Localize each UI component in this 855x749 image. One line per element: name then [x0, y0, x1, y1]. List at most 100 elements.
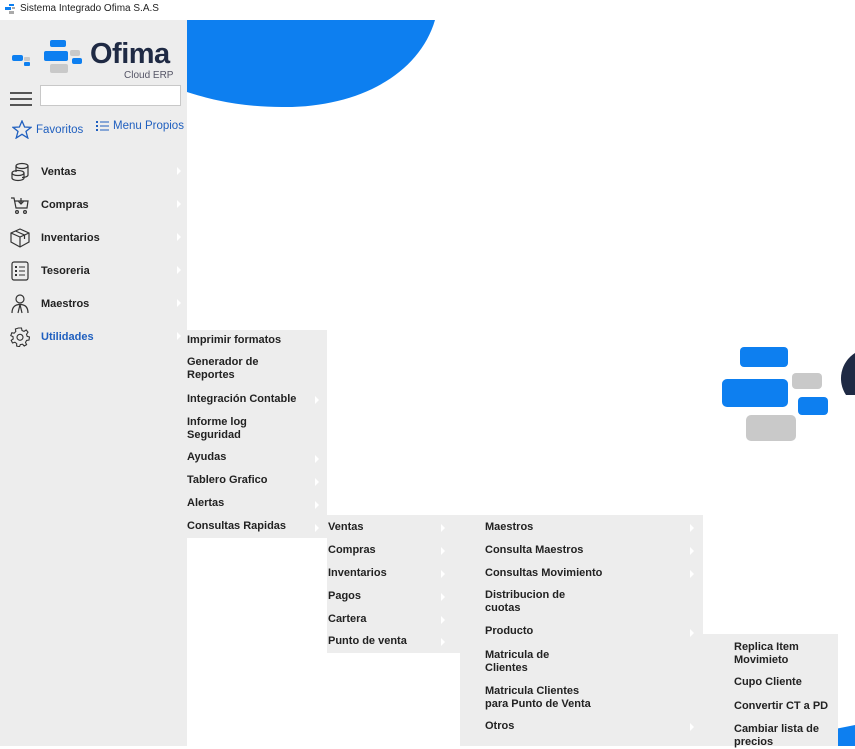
menu-item-maestros[interactable]: Maestros	[460, 515, 703, 538]
ofima-logo: Ofima Cloud ERP	[10, 38, 180, 88]
sidebar-item-label: Maestros	[41, 297, 90, 310]
menu-item-consultas-movimiento[interactable]: Consultas Movimiento	[460, 561, 703, 584]
chevron-right-icon	[441, 616, 445, 624]
sidebar-item-label: Utilidades	[41, 330, 94, 343]
coins-icon	[11, 162, 29, 181]
menu-item-alertas[interactable]: Alertas	[187, 492, 327, 514]
chevron-right-icon	[177, 167, 181, 175]
sidebar: Ofima Cloud ERP Favoritos Menu Propios V…	[0, 20, 187, 746]
chevron-right-icon	[177, 332, 181, 340]
menu-item-punto-de-venta[interactable]: Punto de venta	[327, 630, 460, 653]
menu-item-cambiar-lista-precios[interactable]: Cambiar lista de precios	[703, 718, 838, 748]
menu-item-compras[interactable]: Compras	[327, 538, 460, 561]
chevron-right-icon	[177, 266, 181, 274]
menu-item-label: Cambiar lista de precios	[734, 723, 819, 748]
menu-item-otros[interactable]: Otros	[460, 718, 703, 741]
list-box-icon	[11, 260, 29, 281]
gear-icon	[10, 326, 30, 347]
menu-item-cartera[interactable]: Cartera	[327, 607, 460, 630]
menu-propios-link[interactable]: Menu Propios	[96, 120, 184, 132]
menu-item-label: Otros	[485, 720, 515, 732]
star-icon	[12, 120, 32, 139]
chevron-right-icon	[315, 501, 319, 509]
menu-item-label: Tablero Grafico	[187, 474, 268, 486]
sidebar-item-inventarios[interactable]: Inventarios	[0, 221, 187, 254]
chevron-right-icon	[441, 570, 445, 578]
chevron-right-icon	[177, 299, 181, 307]
sidebar-item-tesoreria[interactable]: Tesoreria	[0, 254, 187, 287]
menu-item-replica-item-movimieto[interactable]: Replica Item Movimieto	[703, 634, 838, 670]
menu-item-label: Informe log Seguridad	[187, 416, 247, 441]
logo-subtitle: Cloud ERP	[124, 70, 174, 81]
menu-item-label: Ventas	[328, 521, 364, 533]
menu-search-input[interactable]	[40, 85, 181, 106]
menu-item-label: Maestros	[485, 521, 534, 533]
menu-item-label: Imprimir formatos	[187, 334, 282, 346]
cart-icon	[11, 196, 29, 214]
menu-item-matricula-clientes-punto-venta[interactable]: Matricula Clientes para Punto de Venta	[460, 680, 703, 718]
favorites-row: Favoritos Menu Propios	[10, 120, 187, 142]
hamburger-menu-icon[interactable]	[10, 88, 32, 108]
favoritos-label: Favoritos	[36, 123, 84, 136]
menu-item-pagos[interactable]: Pagos	[327, 584, 460, 607]
menu-consultas-rapidas: Ventas Compras Inventarios Pagos Cartera…	[327, 515, 460, 653]
chevron-right-icon	[315, 455, 319, 463]
background-blue-shape	[187, 20, 435, 108]
menu-item-generador-reportes[interactable]: Generador de Reportes	[187, 350, 327, 390]
menu-item-label: Ayudas	[187, 451, 227, 463]
menu-item-ventas[interactable]: Ventas	[327, 515, 460, 538]
menu-item-inventarios[interactable]: Inventarios	[327, 561, 460, 584]
chevron-right-icon	[441, 524, 445, 532]
menu-item-label: Integración Contable	[187, 393, 297, 405]
box-icon	[10, 227, 30, 248]
menu-item-producto[interactable]: Producto	[460, 622, 703, 642]
chevron-right-icon	[441, 547, 445, 555]
sidebar-item-label: Compras	[41, 198, 89, 211]
app-icon	[5, 4, 15, 14]
menu-item-label: Consultas Rapidas	[187, 520, 287, 532]
list-icon	[96, 121, 109, 131]
menu-item-label: Consultas Movimiento	[485, 567, 603, 579]
chevron-right-icon	[690, 547, 694, 555]
menu-item-distribucion-cuotas[interactable]: Distribucion de cuotas	[460, 584, 703, 622]
menu-item-matricula-clientes[interactable]: Matricula de Clientes	[460, 642, 703, 680]
sidebar-item-utilidades[interactable]: Utilidades	[0, 320, 187, 353]
menu-item-consulta-maestros[interactable]: Consulta Maestros	[460, 538, 703, 561]
sidebar-item-compras[interactable]: Compras	[0, 188, 187, 221]
menu-utilidades: Imprimir formatos Generador de Reportes …	[187, 330, 327, 538]
chevron-right-icon	[315, 396, 319, 404]
menu-item-informe-log-seguridad[interactable]: Informe log Seguridad	[187, 410, 327, 450]
menu-propios-label: Menu Propios	[113, 120, 184, 132]
menu-item-label: Alertas	[187, 497, 225, 509]
menu-item-label: Compras	[328, 544, 376, 556]
menu-item-label: Cartera	[328, 613, 367, 625]
sidebar-item-ventas[interactable]: Ventas	[0, 155, 187, 188]
favoritos-link[interactable]: Favoritos	[12, 120, 83, 139]
chevron-right-icon	[690, 723, 694, 731]
chevron-right-icon	[690, 524, 694, 532]
menu-item-ayudas[interactable]: Ayudas	[187, 450, 327, 470]
menu-item-label: Convertir CT a PD	[734, 700, 829, 712]
menu-item-label: Replica Item Movimieto	[734, 641, 799, 666]
menu-item-consultas-rapidas[interactable]: Consultas Rapidas	[187, 514, 327, 538]
chevron-right-icon	[441, 638, 445, 646]
window-titlebar: Sistema Integrado Ofima S.A.S	[0, 0, 855, 20]
menu-item-integracion-contable[interactable]: Integración Contable	[187, 390, 327, 410]
menu-item-imprimir-formatos[interactable]: Imprimir formatos	[187, 330, 327, 350]
menu-item-label: Distribucion de cuotas	[485, 589, 566, 614]
menu-item-convertir-ct-pd[interactable]: Convertir CT a PD	[703, 694, 838, 718]
menu-producto: Replica Item Movimieto Cupo Cliente Conv…	[703, 634, 838, 748]
menu-item-label: Punto de venta	[328, 635, 407, 647]
chevron-right-icon	[177, 200, 181, 208]
sidebar-item-maestros[interactable]: Maestros	[0, 287, 187, 320]
sidebar-item-label: Inventarios	[41, 231, 100, 244]
logo-wordmark: Ofima	[90, 38, 170, 70]
menu-punto-de-venta: Maestros Consulta Maestros Consultas Mov…	[460, 515, 703, 746]
sidebar-item-label: Ventas	[41, 165, 77, 178]
chevron-right-icon	[441, 593, 445, 601]
menu-item-cupo-cliente[interactable]: Cupo Cliente	[703, 670, 838, 694]
menu-item-label: Matricula Clientes para Punto de Venta	[485, 685, 591, 710]
menu-item-tablero-grafico[interactable]: Tablero Grafico	[187, 470, 327, 492]
menu-item-label: Matricula de Clientes	[485, 649, 550, 674]
ofima-logo-mark	[12, 40, 82, 73]
